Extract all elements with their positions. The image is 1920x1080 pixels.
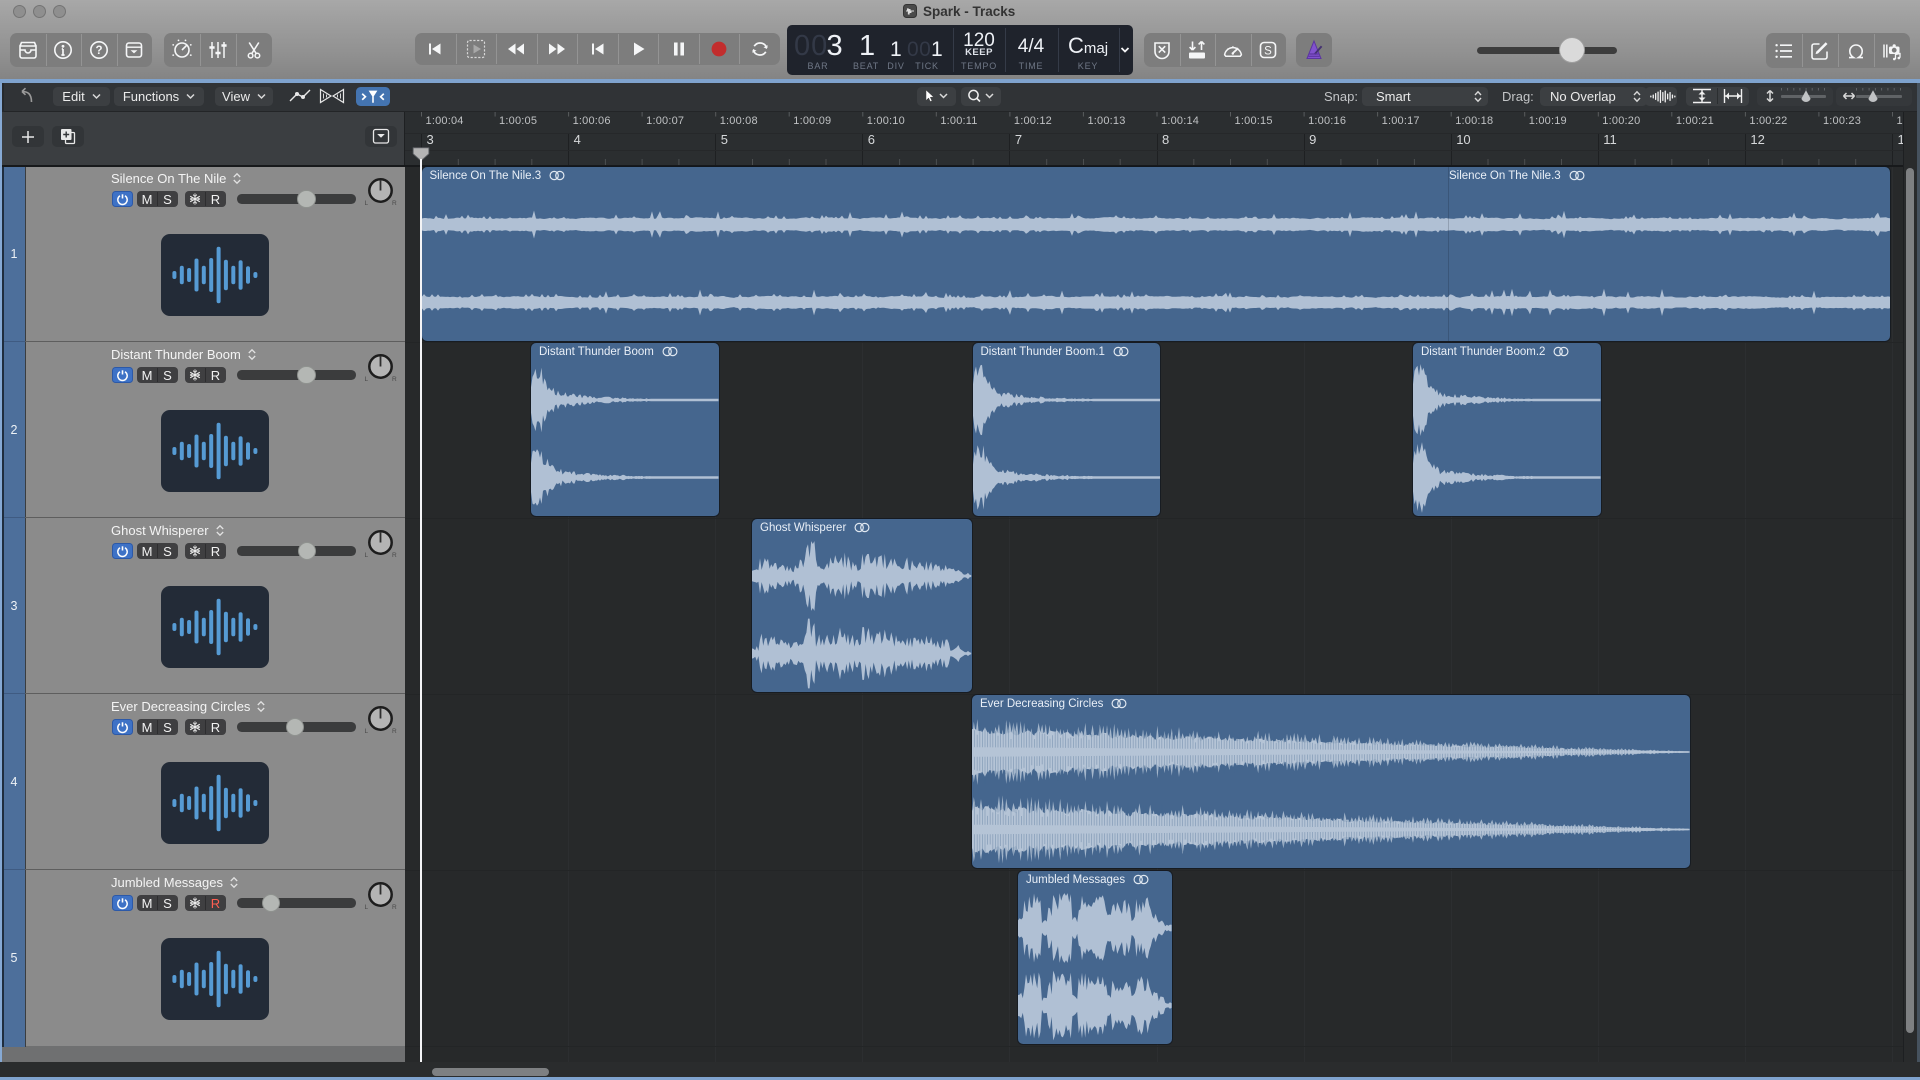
svg-text:S: S — [1264, 45, 1272, 57]
svg-text:?: ? — [95, 45, 102, 57]
